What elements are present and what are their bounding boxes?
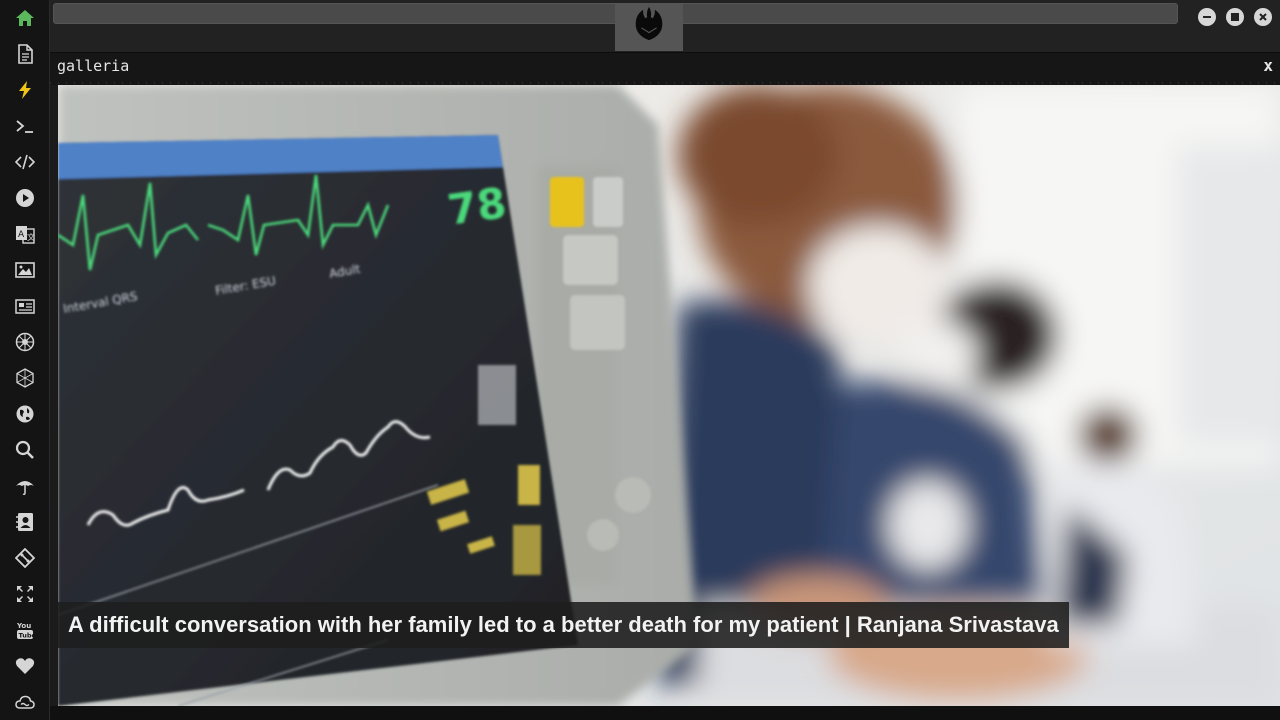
maximize-icon <box>1231 13 1239 21</box>
svg-text:文: 文 <box>27 232 35 242</box>
code-icon <box>15 154 35 170</box>
contact-card-icon <box>16 513 33 531</box>
svg-text:You: You <box>16 622 31 630</box>
gallery-image[interactable]: Adult Filter: ESU Interval QRS 78 A diff… <box>58 85 1280 706</box>
minimize-icon <box>1203 16 1211 18</box>
document-icon <box>18 44 33 64</box>
sidebar-item-terminal[interactable] <box>0 108 50 144</box>
sidebar-item-git[interactable] <box>0 540 50 576</box>
sidebar-item-newspaper[interactable] <box>0 288 50 324</box>
sidebar-item-heart[interactable] <box>0 648 50 684</box>
youtube-icon: YouTube <box>16 622 36 639</box>
sidebar-item-lightning[interactable] <box>0 72 50 108</box>
header-divider <box>50 82 1280 84</box>
tab-rebel[interactable] <box>615 3 683 51</box>
bottom-strip <box>50 706 1280 720</box>
globe-icon <box>16 405 34 423</box>
minimize-button[interactable] <box>1198 8 1216 26</box>
sidebar-item-rebel[interactable] <box>0 324 50 360</box>
sidebar-item-code[interactable] <box>0 144 50 180</box>
svg-text:Tube: Tube <box>19 631 36 639</box>
sidebar-item-hexagon[interactable] <box>0 360 50 396</box>
rebel-alliance-icon <box>15 332 35 352</box>
rebel-alliance-logo-icon <box>635 6 663 41</box>
sidebar-item-umbrella[interactable] <box>0 468 50 504</box>
heart-icon <box>15 658 35 674</box>
fullscreen-icon <box>17 586 33 602</box>
umbrella-icon <box>16 481 34 496</box>
svg-text:A: A <box>18 230 25 240</box>
sidebar: A文 You Tube <box>0 0 50 720</box>
sidebar-item-search[interactable] <box>0 432 50 468</box>
play-icon <box>16 189 34 207</box>
sidebar-item-document[interactable] <box>0 36 50 72</box>
newspaper-icon <box>15 299 35 314</box>
sidebar-item-globe[interactable] <box>0 396 50 432</box>
git-icon <box>15 548 35 568</box>
maximize-button[interactable] <box>1226 8 1244 26</box>
hexagon-icon <box>16 368 34 388</box>
panel-close-button[interactable]: x <box>1263 56 1273 75</box>
home-icon <box>16 10 34 26</box>
search-icon <box>15 440 34 459</box>
top-bar <box>50 0 1280 52</box>
sidebar-item-youtube[interactable]: You Tube <box>0 612 50 648</box>
terminal-icon <box>16 120 33 133</box>
sidebar-item-contact[interactable] <box>0 504 50 540</box>
image-icon <box>15 262 35 278</box>
sidebar-item-play[interactable] <box>0 180 50 216</box>
monitor-heart-rate: 78 <box>445 178 510 235</box>
image-caption: A difficult conversation with her family… <box>58 602 1069 648</box>
close-icon <box>1259 13 1267 21</box>
panel-header: galleria x <box>50 52 1280 85</box>
sidebar-item-image[interactable] <box>0 252 50 288</box>
panel-title: galleria <box>57 57 130 75</box>
sidebar-item-home[interactable] <box>0 0 50 36</box>
translate-icon: A文 <box>16 226 35 244</box>
sidebar-item-fullscreen[interactable] <box>0 576 50 612</box>
sidebar-item-cloud[interactable] <box>0 684 50 720</box>
sidebar-item-translate[interactable]: A文 <box>0 216 50 252</box>
close-window-button[interactable] <box>1254 8 1272 26</box>
lightning-icon <box>19 81 31 99</box>
cloud-icon <box>15 695 35 709</box>
